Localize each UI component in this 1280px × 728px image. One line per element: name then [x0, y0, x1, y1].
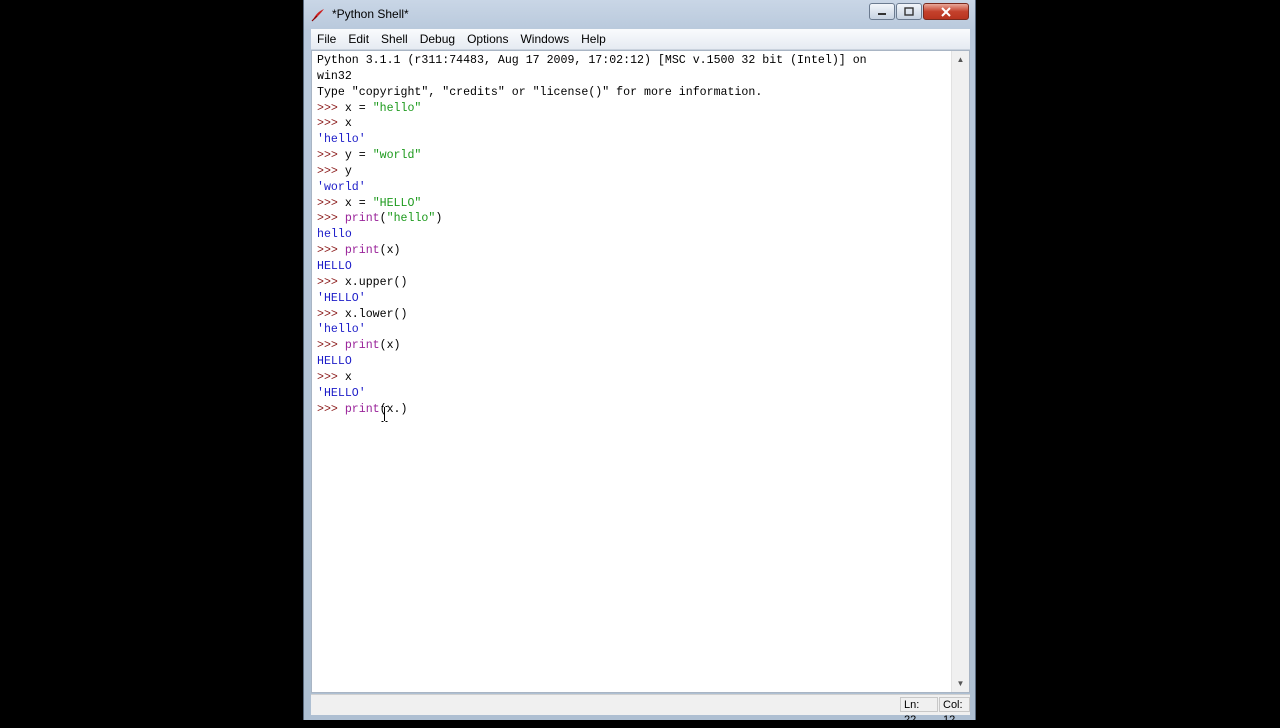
shell-output: 'world': [317, 180, 366, 194]
shell-output: 'hello': [317, 133, 366, 147]
status-column-number: Col: 12: [939, 697, 970, 726]
menu-help[interactable]: Help: [575, 29, 612, 49]
shell-input-text: x =: [344, 101, 373, 115]
shell-prompt: >>>: [317, 149, 345, 163]
close-icon: [941, 6, 951, 17]
minimize-button[interactable]: [869, 3, 895, 20]
menu-bar: File Edit Shell Debug Options Windows He…: [311, 29, 970, 50]
shell-line: 'world': [317, 180, 952, 196]
shell-line: >>> y: [317, 164, 952, 180]
shell-output: 'hello': [317, 323, 366, 337]
close-button[interactable]: [923, 3, 969, 20]
shell-input-text: print: [344, 244, 380, 258]
shell-line: HELLO: [317, 259, 952, 275]
shell-text-area[interactable]: Python 3.1.1 (r311:74483, Aug 17 2009, 1…: [312, 51, 952, 692]
shell-line: >>> print(x.): [317, 402, 952, 418]
shell-input-text: y =: [344, 149, 373, 163]
shell-input-text: y: [344, 164, 352, 178]
shell-output: hello: [317, 228, 352, 242]
shell-input-text: "world": [372, 149, 422, 163]
shell-line: >>> print(x): [317, 338, 952, 354]
minimize-icon: [878, 12, 886, 15]
shell-line: 'hello': [317, 322, 952, 338]
shell-prompt: >>>: [317, 402, 345, 416]
ibeam-cursor-icon: [381, 406, 388, 422]
shell-prompt: >>>: [317, 275, 345, 289]
shell-input-text: "HELLO": [372, 196, 422, 210]
shell-line: >>> print("hello"): [317, 211, 952, 227]
shell-input-text: "hello": [386, 212, 436, 226]
shell-input-text: print: [344, 212, 380, 226]
title-bar[interactable]: *Python Shell*: [304, 0, 975, 29]
shell-line: 'HELLO': [317, 386, 952, 402]
shell-input-text: ): [435, 212, 443, 226]
shell-input-text: x.upper(): [344, 275, 408, 289]
shell-client-area: Python 3.1.1 (r311:74483, Aug 17 2009, 1…: [311, 50, 970, 693]
shell-prompt: >>>: [317, 101, 345, 115]
shell-input-text: x.lower(): [344, 307, 408, 321]
shell-prompt: >>>: [317, 196, 345, 210]
shell-output: HELLO: [317, 259, 352, 273]
menu-debug[interactable]: Debug: [414, 29, 461, 49]
shell-input-text: Type "copyright", "credits" or "license(…: [317, 85, 763, 99]
shell-line: win32: [317, 69, 952, 85]
shell-prompt: >>>: [317, 339, 345, 353]
shell-line: >>> x: [317, 370, 952, 386]
python-shell-window: *Python Shell* File Edit Shell Debug Opt…: [303, 0, 976, 726]
shell-output: HELLO: [317, 355, 352, 369]
shell-line: >>> x = "hello": [317, 101, 952, 117]
status-line-number: Ln: 22: [900, 697, 938, 726]
scroll-up-arrow-icon[interactable]: ▲: [952, 51, 969, 68]
menu-edit[interactable]: Edit: [342, 29, 375, 49]
shell-line: >>> x.lower(): [317, 307, 952, 323]
window-title: *Python Shell*: [332, 7, 409, 21]
scroll-down-arrow-icon[interactable]: ▼: [952, 675, 969, 692]
shell-line: >>> y = "world": [317, 148, 952, 164]
menu-shell[interactable]: Shell: [375, 29, 414, 49]
shell-line: 'hello': [317, 132, 952, 148]
shell-line: Python 3.1.1 (r311:74483, Aug 17 2009, 1…: [317, 53, 952, 69]
shell-input-text: print: [344, 339, 380, 353]
shell-line: 'HELLO': [317, 291, 952, 307]
shell-line: hello: [317, 227, 952, 243]
shell-prompt: >>>: [317, 117, 345, 131]
shell-input-text: x =: [344, 196, 373, 210]
menu-file[interactable]: File: [311, 29, 342, 49]
maximize-button[interactable]: [896, 3, 922, 20]
maximize-icon: [904, 7, 914, 16]
shell-output: 'HELLO': [317, 386, 366, 400]
shell-line: Type "copyright", "credits" or "license(…: [317, 85, 952, 101]
shell-line: HELLO: [317, 354, 952, 370]
shell-line: >>> x: [317, 116, 952, 132]
shell-input-text: (x): [379, 339, 401, 353]
shell-prompt: >>>: [317, 164, 345, 178]
shell-input-text: print: [344, 402, 380, 416]
shell-input-text: win32: [317, 69, 352, 83]
tk-feather-icon: [311, 9, 324, 22]
vertical-scrollbar[interactable]: ▲ ▼: [951, 51, 969, 692]
shell-input-text: x: [344, 117, 352, 131]
menu-options[interactable]: Options: [461, 29, 514, 49]
shell-line: >>> x.upper(): [317, 275, 952, 291]
shell-input-text: x: [344, 370, 352, 384]
shell-output: 'HELLO': [317, 291, 366, 305]
shell-line: >>> x = "HELLO": [317, 196, 952, 212]
shell-input-text: "hello": [372, 101, 422, 115]
status-bar: Ln: 22 Col: 12: [311, 694, 970, 726]
shell-input-text: (x): [379, 244, 401, 258]
shell-prompt: >>>: [317, 370, 345, 384]
shell-prompt: >>>: [317, 307, 345, 321]
shell-prompt: >>>: [317, 212, 345, 226]
shell-input-text: Python 3.1.1 (r311:74483, Aug 17 2009, 1…: [317, 54, 867, 67]
shell-prompt: >>>: [317, 244, 345, 258]
shell-line: >>> print(x): [317, 243, 952, 259]
shell-input-text: (: [379, 212, 387, 226]
menu-windows[interactable]: Windows: [514, 29, 575, 49]
